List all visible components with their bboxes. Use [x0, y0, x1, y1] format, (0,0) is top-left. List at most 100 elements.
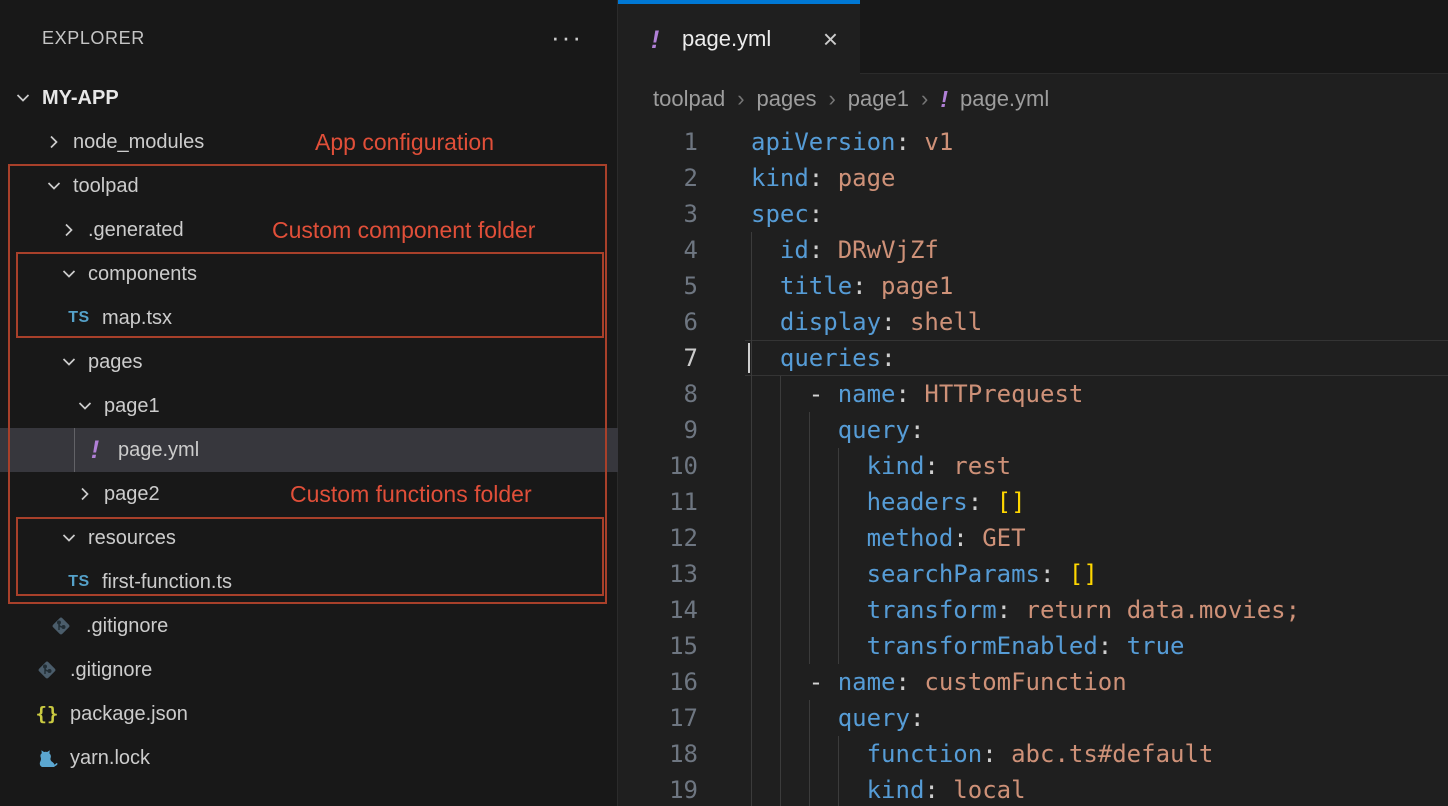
breadcrumb-item-page.yml[interactable]: page.yml [960, 86, 1049, 112]
line-number: 8 [618, 376, 698, 412]
tree-item-node-modules[interactable]: node_modulesApp configuration [0, 120, 618, 164]
code-line-7[interactable]: 7 queries: [618, 340, 1448, 376]
code-line-13[interactable]: 13 searchParams: [] [618, 556, 1448, 592]
chevron-right-icon[interactable] [45, 133, 63, 151]
chevron-down-icon[interactable] [14, 89, 32, 107]
yarn-icon [34, 745, 60, 771]
tree-item-my-app[interactable]: MY-APP [0, 76, 618, 120]
code-text: display: shell [751, 304, 982, 340]
code-line-6[interactable]: 6 display: shell [618, 304, 1448, 340]
code-text: kind: local [751, 772, 1026, 806]
tree-item-resources[interactable]: resources [0, 516, 618, 560]
tree-item-page2[interactable]: page2Custom functions folder [0, 472, 618, 516]
code-text: queries: [751, 340, 896, 376]
tab-bar-empty [860, 0, 1448, 74]
code-text: query: [751, 700, 924, 736]
line-number: 4 [618, 232, 698, 268]
code-line-11[interactable]: 11 headers: [] [618, 484, 1448, 520]
tree-item-label: MY-APP [42, 76, 119, 120]
ts-icon: TS [66, 569, 92, 595]
tree-item-label: .generated [88, 208, 184, 252]
code-line-9[interactable]: 9 query: [618, 412, 1448, 448]
warning-icon: ! [940, 86, 948, 113]
breadcrumb-item-toolpad[interactable]: toolpad [653, 86, 725, 112]
code-line-12[interactable]: 12 method: GET [618, 520, 1448, 556]
code-line-1[interactable]: 1apiVersion: v1 [618, 124, 1448, 160]
tree-item-components[interactable]: components [0, 252, 618, 296]
tree-item-page-yml[interactable]: !page.yml [0, 428, 618, 472]
tree-item-toolpad[interactable]: toolpad [0, 164, 618, 208]
code-line-10[interactable]: 10 kind: rest [618, 448, 1448, 484]
tree-item-label: yarn.lock [70, 736, 150, 780]
tree-item-label: toolpad [73, 164, 139, 208]
tree-item-label: map.tsx [102, 296, 172, 340]
code-line-8[interactable]: 8 - name: HTTPrequest [618, 376, 1448, 412]
tree-item-gitignore[interactable]: .gitignore [0, 604, 618, 648]
text-cursor [748, 343, 750, 373]
annotation-label: Custom component folder [272, 208, 535, 252]
chevron-down-icon[interactable] [60, 265, 78, 283]
tree-item-generated[interactable]: .generated Custom component folder [0, 208, 618, 252]
code-text: - name: customFunction [751, 664, 1127, 700]
line-number: 16 [618, 664, 698, 700]
tree-item-label: resources [88, 516, 176, 560]
line-number: 5 [618, 268, 698, 304]
code-line-16[interactable]: 16 - name: customFunction [618, 664, 1448, 700]
chevron-down-icon[interactable] [45, 177, 63, 195]
code-line-18[interactable]: 18 function: abc.ts#default [618, 736, 1448, 772]
breadcrumb-item-page1[interactable]: page1 [848, 86, 909, 112]
code-text: kind: page [751, 160, 896, 196]
chevron-down-icon[interactable] [60, 353, 78, 371]
code-line-14[interactable]: 14 transform: return data.movies; [618, 592, 1448, 628]
code-text: headers: [] [751, 484, 1026, 520]
chevron-down-icon[interactable] [60, 529, 78, 547]
line-number: 13 [618, 556, 698, 592]
code-line-2[interactable]: 2kind: page [618, 160, 1448, 196]
tree-item-first-function-ts[interactable]: TSfirst-function.ts [0, 560, 618, 604]
git-icon [34, 657, 60, 683]
tree-item-label: package.json [70, 692, 188, 736]
tree-item-label: page.yml [118, 428, 199, 472]
code-line-19[interactable]: 19 kind: local [618, 772, 1448, 806]
chevron-down-icon[interactable] [76, 397, 94, 415]
chevron-right-icon[interactable] [76, 485, 94, 503]
code-text: apiVersion: v1 [751, 124, 953, 160]
tab-page-yml[interactable]: ! page.yml × [618, 0, 860, 74]
tree-item-label: .gitignore [86, 604, 168, 648]
line-number: 9 [618, 412, 698, 448]
ts-icon: TS [66, 305, 92, 331]
code-line-3[interactable]: 3spec: [618, 196, 1448, 232]
code-line-5[interactable]: 5 title: page1 [618, 268, 1448, 304]
code-text: - name: HTTPrequest [751, 376, 1083, 412]
tree-item-pages[interactable]: pages [0, 340, 618, 384]
vscode-window: EXPLORER ··· MY-APPnode_modulesApp confi… [0, 0, 1448, 806]
line-number: 17 [618, 700, 698, 736]
line-number: 19 [618, 772, 698, 806]
code-line-15[interactable]: 15 transformEnabled: true [618, 628, 1448, 664]
more-actions-icon[interactable]: ··· [551, 24, 583, 50]
git-icon [48, 613, 74, 639]
file-tree: MY-APPnode_modulesApp configurationtoolp… [0, 76, 617, 780]
tree-item-label: pages [88, 340, 143, 384]
tree-item-label: page2 [104, 472, 160, 516]
line-number: 12 [618, 520, 698, 556]
tree-indent-guide [74, 428, 75, 472]
tree-item-yarn-lock[interactable]: yarn.lock [0, 736, 618, 780]
breadcrumb-separator: › [828, 86, 835, 112]
chevron-right-icon[interactable] [60, 221, 78, 239]
tree-item-page1[interactable]: page1 [0, 384, 618, 428]
tree-item-label: page1 [104, 384, 160, 428]
code-line-17[interactable]: 17 query: [618, 700, 1448, 736]
tree-item-package-json[interactable]: {}package.json [0, 692, 618, 736]
tree-item-gitignore[interactable]: .gitignore [0, 648, 618, 692]
breadcrumb-separator: › [737, 86, 744, 112]
line-number: 10 [618, 448, 698, 484]
editor-pane: ! page.yml × toolpad›pages›page1›!page.y… [618, 0, 1448, 806]
code-line-4[interactable]: 4 id: DRwVjZf [618, 232, 1448, 268]
tree-item-map-tsx[interactable]: TS map.tsx [0, 296, 618, 340]
breadcrumb-item-pages[interactable]: pages [757, 86, 817, 112]
code-text: query: [751, 412, 924, 448]
close-icon[interactable]: × [823, 4, 838, 74]
code-area[interactable]: 1apiVersion: v12kind: page3spec:4 id: DR… [618, 124, 1448, 806]
code-text: transformEnabled: true [751, 628, 1184, 664]
